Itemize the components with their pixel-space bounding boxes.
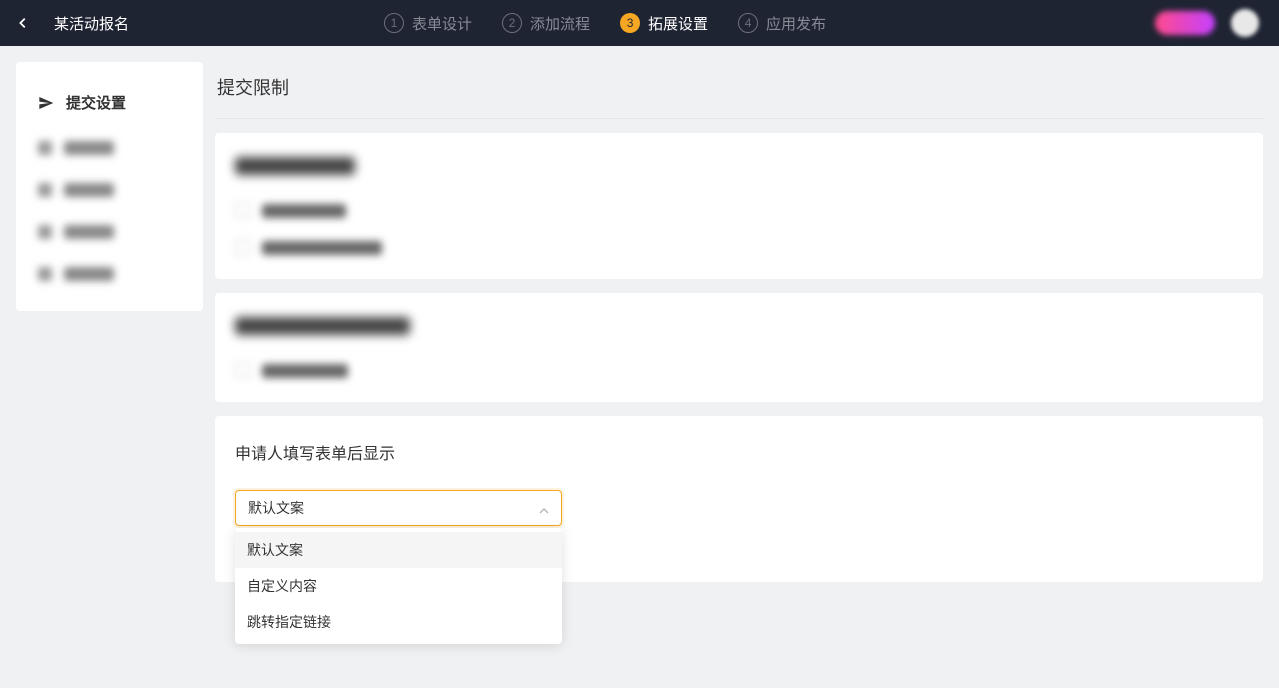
header-actions [1155,9,1279,37]
sidebar-item-blurred-1[interactable] [16,127,203,169]
checkbox-icon [235,240,250,255]
page-title: 某活动报名 [54,13,334,34]
display-mode-select: 默认文案 默认文案 自定义内容 跳转指定链接 [235,490,562,526]
step-number: 2 [502,13,522,33]
sidebar-item-blurred-2[interactable] [16,169,203,211]
step-nav: 1 表单设计 2 添加流程 3 拓展设置 4 应用发布 [384,13,856,34]
sidebar-item-blurred-4[interactable] [16,253,203,295]
select-dropdown: 默认文案 自定义内容 跳转指定链接 [235,528,562,644]
dropdown-option-custom-content[interactable]: 自定义内容 [235,568,562,604]
sidebar-item-submit-settings[interactable]: 提交设置 [16,78,203,127]
step-label: 添加流程 [530,13,590,34]
step-label: 拓展设置 [648,13,708,34]
chevron-up-icon [539,503,549,513]
blurred-option-row[interactable] [235,240,1243,255]
step-label: 表单设计 [412,13,472,34]
chevron-left-icon [16,16,30,30]
dropdown-option-default-text[interactable]: 默认文案 [235,532,562,568]
step-label: 应用发布 [766,13,826,34]
step-number: 1 [384,13,404,33]
checkbox-icon [235,203,250,218]
step-number: 3 [620,13,640,33]
sidebar: 提交设置 [16,62,203,311]
select-value: 默认文案 [248,498,304,518]
dropdown-option-redirect-link[interactable]: 跳转指定链接 [235,604,562,640]
paper-plane-icon [38,95,54,111]
blurred-option-row[interactable] [235,363,1243,378]
step-form-design[interactable]: 1 表单设计 [384,13,472,34]
step-publish[interactable]: 4 应用发布 [738,13,826,34]
card-schedule [215,293,1263,402]
step-number: 4 [738,13,758,33]
blurred-heading [235,157,355,175]
card-heading: 申请人填写表单后显示 [235,440,1243,464]
main-content: 提交限制 申请人填写表单后显示 默认文案 [215,62,1263,596]
step-extend-settings[interactable]: 3 拓展设置 [620,13,708,34]
sidebar-item-label: 提交设置 [66,92,126,113]
select-input[interactable]: 默认文案 [235,490,562,526]
primary-action-button[interactable] [1155,11,1215,35]
blurred-option-row[interactable] [235,203,1243,218]
section-title: 提交限制 [215,62,1263,119]
sidebar-item-blurred-3[interactable] [16,211,203,253]
body: 提交设置 提交限制 [0,46,1279,612]
card-submit-limit [215,133,1263,279]
checkbox-icon [235,363,250,378]
back-button[interactable] [0,0,46,46]
step-add-flow[interactable]: 2 添加流程 [502,13,590,34]
card-after-submit-display: 申请人填写表单后显示 默认文案 默认文案 自定义内容 跳转指定链接 [215,416,1263,582]
app-header: 某活动报名 1 表单设计 2 添加流程 3 拓展设置 4 应用发布 [0,0,1279,46]
blurred-heading [235,317,410,335]
avatar[interactable] [1231,9,1259,37]
